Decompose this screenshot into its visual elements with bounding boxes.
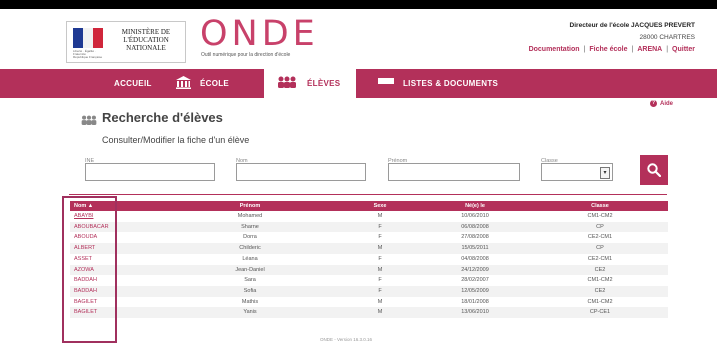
table-row[interactable]: ASSET Léana F 04/08/2008 CE2-CM1	[70, 254, 668, 265]
table-header: Nom ▲ Prénom Sexe Né(e) le Classe	[70, 201, 668, 211]
page-subtitle: Consulter/Modifier la fiche d'un élève	[102, 135, 250, 145]
cell-naissance: 27/08/2008	[461, 234, 489, 241]
students-icon	[80, 113, 98, 131]
cell-prenom: Jean-Daniel	[235, 266, 265, 273]
app-subtitle: Outil numérique pour la direction d'écol…	[201, 52, 291, 58]
cell-sexe: F	[378, 255, 382, 262]
ministry-name: MINISTÈRE DE L'ÉDUCATION NATIONALE	[121, 28, 171, 52]
cell-classe: CE2	[594, 266, 606, 273]
cell-sexe: F	[378, 277, 382, 284]
page-title: Recherche d'élèves	[102, 110, 223, 125]
list-icon	[378, 77, 394, 90]
help-link[interactable]: ? Aide	[649, 100, 673, 107]
republic-motto: Liberté · Égalité · Fraternité République…	[73, 49, 103, 59]
cell-naissance: 06/08/2008	[461, 223, 489, 230]
cell-classe: CM1-CM2	[587, 298, 613, 305]
header-links: Documentation | Fiche école | ARENA | Quitter	[528, 46, 695, 53]
quitter-link[interactable]: Quitter	[672, 46, 695, 53]
top-black-bar	[0, 0, 717, 9]
cell-classe: CM1-CM2	[587, 277, 613, 284]
cell-naissance: 12/05/2009	[461, 287, 489, 294]
app-logo[interactable]: ONDE	[200, 15, 319, 53]
classe-select[interactable]: ▾	[541, 163, 613, 181]
th-naissance[interactable]: Né(e) le	[430, 201, 520, 211]
cell-sexe: M	[377, 213, 383, 219]
director-name: Directeur de l'école JACQUES PREVERT	[569, 22, 695, 29]
cell-prenom: Yanis	[243, 309, 257, 316]
search-button[interactable]	[640, 155, 668, 185]
arena-link[interactable]: ARENA	[637, 46, 662, 53]
republic-flag-icon	[73, 28, 103, 48]
nav-item-ecole[interactable]: ÉCOLE	[176, 69, 229, 98]
cell-sexe: M	[377, 266, 383, 273]
cell-prenom: Dorra	[243, 234, 257, 241]
cell-naissance: 15/05/2011	[461, 245, 489, 252]
students-icon	[276, 76, 298, 91]
cell-naissance: 10/06/2010	[461, 213, 489, 219]
building-icon	[176, 76, 191, 91]
help-icon: ?	[649, 100, 657, 107]
cell-classe: CE2	[594, 287, 606, 294]
nom-column-highlight	[62, 196, 117, 343]
nav-label: ÉLÈVES	[307, 79, 341, 88]
cell-sexe: F	[378, 287, 382, 294]
th-classe[interactable]: Classe	[550, 201, 650, 211]
cell-sexe: M	[377, 245, 383, 252]
table-row[interactable]: BAGILET Yanis M 13/06/2010 CP-CE1	[70, 307, 668, 318]
cell-naissance: 04/08/2008	[461, 255, 489, 262]
cell-sexe: M	[377, 298, 383, 305]
table-row[interactable]: ABAYBI Mohamed M 10/06/2010 CM1-CM2	[70, 211, 668, 222]
version-footer: ONDE - Version 16.3.0.16	[320, 337, 373, 342]
table-row[interactable]: BADDAH Sofia F 12/05/2009 CE2	[70, 285, 668, 297]
school-city: 28000 CHARTRES	[639, 34, 695, 41]
cell-naissance: 28/02/2007	[461, 277, 489, 284]
cell-sexe: F	[378, 223, 382, 230]
nom-input[interactable]	[236, 163, 366, 181]
cell-prenom: Léana	[242, 255, 258, 262]
table-row[interactable]: BADDAH Sara F 28/02/2007 CM1-CM2	[70, 275, 668, 286]
cell-naissance: 13/06/2010	[461, 309, 489, 316]
ine-input[interactable]	[85, 163, 215, 181]
cell-prenom: Childeric	[239, 245, 261, 252]
cell-prenom: Mathis	[241, 298, 259, 305]
search-icon	[647, 163, 661, 177]
cell-classe: CM1-CM2	[587, 213, 613, 219]
cell-naissance: 18/01/2008	[461, 298, 489, 305]
header: Liberté · Égalité · Fraternité République…	[0, 9, 717, 69]
chevron-down-icon: ▾	[600, 167, 610, 179]
cell-prenom: Sara	[244, 277, 256, 284]
cell-classe: CP	[596, 223, 604, 230]
nav-item-accueil[interactable]: ACCUEIL	[90, 69, 152, 98]
th-prenom[interactable]: Prénom	[200, 201, 300, 211]
cell-prenom: Mohamed	[237, 213, 263, 219]
ministry-logo[interactable]: Liberté · Égalité · Fraternité République…	[66, 21, 186, 63]
cell-classe: CP-CE1	[589, 309, 611, 316]
table-row[interactable]: ABOUDA Dorra F 27/08/2008 CE2-CM1	[70, 232, 668, 243]
th-sexe[interactable]: Sexe	[355, 201, 405, 211]
documentation-link[interactable]: Documentation	[529, 46, 580, 53]
grid-icon	[90, 77, 105, 90]
cell-prenom: Sofia	[243, 287, 257, 294]
table-row[interactable]: AZOWA Jean-Daniel M 24/12/2009 CE2	[70, 264, 668, 276]
cell-sexe: F	[378, 234, 382, 241]
nav-label: ÉCOLE	[200, 79, 230, 88]
table-row[interactable]: BAGILET Mathis M 18/01/2008 CM1-CM2	[70, 297, 668, 308]
cell-classe: CE2-CM1	[587, 234, 613, 241]
cell-prenom: Sharne	[241, 223, 259, 230]
fiche-ecole-link[interactable]: Fiche école	[589, 46, 627, 53]
cell-sexe: M	[377, 309, 383, 316]
cell-classe: CP	[596, 245, 604, 252]
main-nav: ACCUEIL ÉCOLE ÉLÈVES LISTES & DOCUMENTS	[0, 69, 717, 98]
cell-naissance: 24/12/2009	[461, 266, 489, 273]
nav-item-eleves[interactable]: ÉLÈVES	[264, 69, 356, 98]
nav-item-listes-documents[interactable]: LISTES & DOCUMENTS	[378, 69, 498, 98]
table-row[interactable]: ALBERT Childeric M 15/05/2011 CP	[70, 243, 668, 254]
help-label: Aide	[659, 100, 673, 107]
divider	[69, 194, 667, 195]
cell-classe: CE2-CM1	[587, 255, 613, 262]
table-row[interactable]: ABOUBACAR Sharne F 06/08/2008 CP	[70, 221, 668, 233]
prenom-input[interactable]	[388, 163, 520, 181]
nav-label: ACCUEIL	[114, 79, 152, 88]
nav-label: LISTES & DOCUMENTS	[403, 79, 499, 88]
